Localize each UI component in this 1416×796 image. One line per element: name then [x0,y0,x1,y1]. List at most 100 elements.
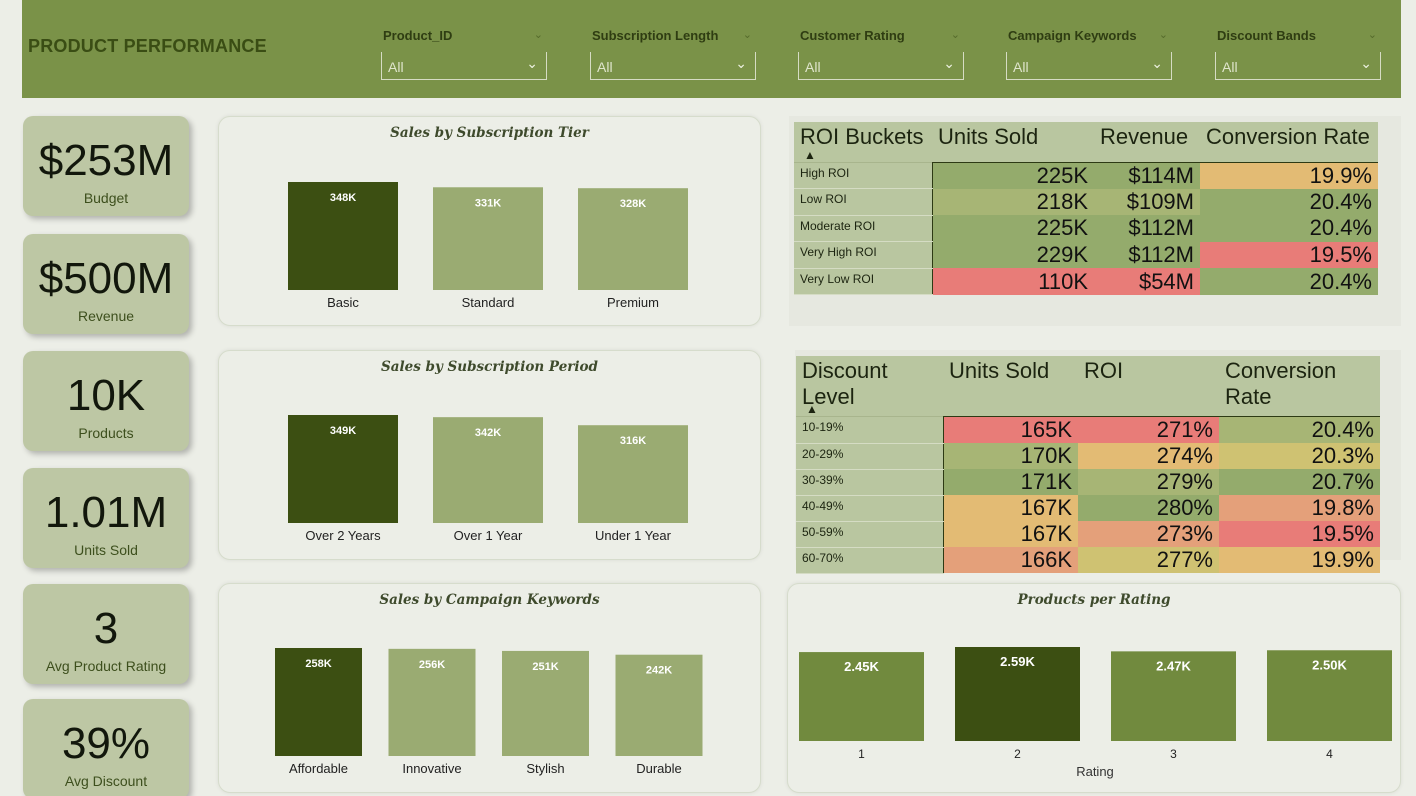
kpi-value: $253M [38,136,174,185]
table-cell: 19.9% [1200,161,1378,189]
chevron-down-icon[interactable]: ⌄ [743,28,752,41]
category-label: Standard [462,295,515,310]
column-header[interactable]: ROI [1078,356,1219,417]
table-cell: 166K [943,547,1078,573]
row-label: 50-59% [796,521,944,548]
slicer-discount-bands[interactable]: Discount Bands ⌄ All ⌄ [1215,26,1381,82]
slicer-dropdown[interactable]: All ⌄ [1215,52,1381,80]
data-label: 2.50K [1312,657,1347,672]
table-cell: 277% [1078,547,1219,573]
data-label: 2.47K [1156,658,1191,673]
data-label: 242K [646,665,672,677]
discount-level-table: Discount Level ▲ Units Sold ROI Conversion R… [796,356,1380,574]
slicer-label: Discount Bands [1217,28,1316,43]
page-title: PRODUCT PERFORMANCE [28,36,267,56]
kpi-value: 1.01M [44,488,168,537]
chevron-down-icon[interactable]: ⌄ [1368,28,1377,41]
slicer-subscription-length[interactable]: Subscription Length ⌄ All ⌄ [590,26,756,82]
slicer-label: Subscription Length [592,28,719,43]
x-axis-title: Rating [1076,764,1114,779]
table-cell: 19.5% [1200,241,1378,269]
chevron-down-icon[interactable]: ⌄ [1360,56,1372,72]
table-cell: $54M [1094,268,1200,295]
category-label: Under 1 Year [595,528,672,543]
row-label: Low ROI [794,188,933,216]
kpi-label: Units Sold [74,542,138,558]
category-label: 4 [1326,747,1333,761]
row-label: Moderate ROI [794,215,933,243]
table-row[interactable]: Very Low ROI 110K $54M 20.4% [794,268,1378,296]
table-row[interactable]: 50-59% 167K 273% 19.5% [796,521,1380,548]
category-label: Basic [327,295,359,310]
slicer-customer-rating[interactable]: Customer Rating ⌄ All ⌄ [798,26,964,82]
roi-buckets-table: ROI Buckets ▲ Units Sold Revenue Conversion … [794,122,1378,296]
table-row[interactable]: Low ROI 218K $109M 20.4% [794,188,1378,216]
slicer-value: All [1222,59,1238,75]
kpi-card-products: 10K Products [23,351,189,451]
slicer-dropdown[interactable]: All ⌄ [381,52,547,80]
chevron-down-icon[interactable]: ⌄ [735,56,747,72]
chevron-down-icon[interactable]: ⌄ [943,56,955,72]
data-label: 2.45K [844,659,879,674]
slicer-dropdown[interactable]: All ⌄ [798,52,964,80]
slicer-product-id[interactable]: Product_ID ⌄ All ⌄ [381,26,547,82]
category-label: 3 [1170,747,1177,761]
column-header-label: Units Sold [938,124,1039,149]
chart-panel-subscription-period: Sales by Subscription Period 349K Over 2 … [218,350,761,560]
category-label: Stylish [526,761,564,776]
table-cell: 167K [943,495,1078,521]
table-row[interactable]: High ROI 225K $114M 19.9% [794,161,1378,190]
chevron-down-icon[interactable]: ⌄ [1151,56,1163,72]
kpi-card-avg-product-rating: 3 Avg Product Rating [23,584,189,684]
column-header[interactable]: Revenue [1094,122,1200,162]
slicer-dropdown[interactable]: All ⌄ [1006,52,1172,80]
table-row[interactable]: 60-70% 166K 277% 19.9% [796,547,1380,574]
table-cell: 20.4% [1219,416,1380,443]
column-header[interactable]: Units Sold [943,356,1078,417]
column-header-label: ROI [1084,358,1124,383]
table-row[interactable]: 40-49% 167K 280% 19.8% [796,495,1380,522]
chevron-down-icon[interactable]: ⌄ [951,28,960,41]
category-label: Over 1 Year [454,528,523,543]
chevron-down-icon[interactable]: ⌄ [534,28,543,41]
data-label: 328K [620,198,646,210]
table-row[interactable]: 20-29% 170K 274% 20.3% [796,443,1380,470]
data-label: 251K [532,661,558,673]
table-cell: $112M [1094,215,1200,242]
slicer-dropdown[interactable]: All ⌄ [590,52,756,80]
slicer-label: Customer Rating [800,28,905,43]
sort-ascending-icon[interactable]: ▲ [806,402,818,416]
table-cell: 273% [1078,521,1219,547]
slicer-campaign-keywords[interactable]: Campaign Keywords ⌄ All ⌄ [1006,26,1172,82]
table-cell: 110K [932,268,1094,295]
table-row[interactable]: Very High ROI 229K $112M 19.5% [794,241,1378,269]
table-cell: 218K [932,188,1094,216]
chevron-down-icon[interactable]: ⌄ [1159,28,1168,41]
table-row[interactable]: 10-19% 165K 271% 20.4% [796,416,1380,444]
chart-panel-campaign-keywords: Sales by Campaign Keywords 258K Affordabl… [218,583,761,793]
chart-sales-by-subscription-period: 349K Over 2 Years 342K Over 1 Year 316K Under… [288,415,688,543]
slicer-value: All [805,59,821,75]
row-header-column[interactable]: Discount Level ▲ [796,356,943,417]
row-label: 10-19% [796,416,944,444]
chart-title: Products per Rating [1017,592,1171,608]
column-header[interactable]: Conversion Rate [1219,356,1380,417]
category-label: Over 2 Years [305,528,381,543]
row-label: 20-29% [796,443,944,470]
row-label: 40-49% [796,495,944,522]
category-label: Innovative [402,761,461,776]
kpi-value: $500M [38,254,174,303]
kpi-card-revenue: $500M Revenue [23,234,189,334]
row-header-column[interactable]: ROI Buckets ▲ [794,122,932,162]
kpi-value: 39% [61,719,151,768]
table-cell: 229K [932,241,1094,269]
row-label: 60-70% [796,547,944,574]
table-row[interactable]: Moderate ROI 225K $112M 20.4% [794,215,1378,243]
table-row[interactable]: 30-39% 171K 279% 20.7% [796,469,1380,496]
column-header[interactable]: Conversion Rate [1200,122,1378,162]
table-cell: 279% [1078,469,1219,495]
sort-ascending-icon[interactable]: ▲ [804,148,816,162]
column-header[interactable]: Units Sold [932,122,1094,162]
chevron-down-icon[interactable]: ⌄ [526,56,538,72]
slicer-value: All [597,59,613,75]
